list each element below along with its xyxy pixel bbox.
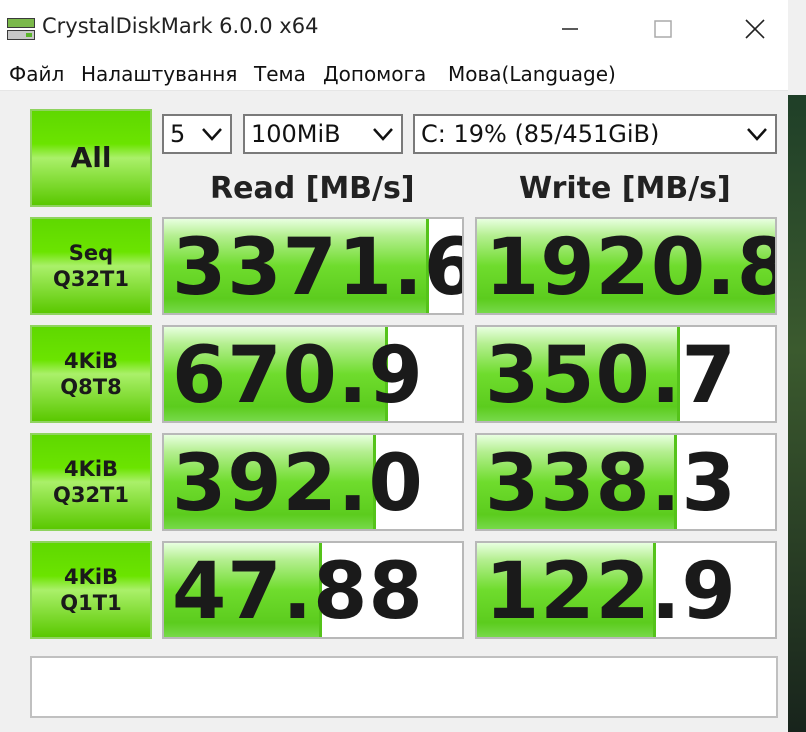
crystaldiskmark-window: CrystalDiskMark 6.0.0 x64 Файл Налаштува… bbox=[0, 0, 806, 732]
read-column-header: Read [MB/s] bbox=[210, 171, 415, 206]
test-count-value: 5 bbox=[170, 120, 186, 148]
read-value: 392.0 bbox=[172, 439, 424, 529]
comment-input[interactable] bbox=[30, 656, 778, 718]
window-title: CrystalDiskMark 6.0.0 x64 bbox=[42, 14, 319, 38]
write-value: 350.7 bbox=[485, 331, 737, 421]
close-icon bbox=[745, 19, 765, 39]
chevron-down-icon bbox=[747, 128, 767, 141]
menu-settings[interactable]: Налаштування bbox=[81, 62, 237, 86]
4kib-q32t1-read-cell: 392.0 bbox=[162, 433, 464, 531]
seq-q32t1-write-cell: 1920.8 bbox=[475, 217, 777, 315]
read-value: 670.9 bbox=[172, 331, 424, 421]
chevron-down-icon bbox=[202, 128, 222, 141]
4kib-q8t8-button[interactable]: 4KiB Q8T8 bbox=[30, 325, 152, 423]
seq-q32t1-read-cell: 3371.6 bbox=[162, 217, 464, 315]
test-label-line1: 4KiB bbox=[63, 457, 119, 481]
4kib-q1t1-button[interactable]: 4KiB Q1T1 bbox=[30, 541, 152, 639]
read-value: 47.88 bbox=[172, 547, 424, 637]
app-disk-icon bbox=[7, 18, 35, 40]
4kib-q8t8-read-cell: 670.9 bbox=[162, 325, 464, 423]
test-label-line2: Q8T8 bbox=[60, 375, 122, 399]
4kib-q1t1-read-cell: 47.88 bbox=[162, 541, 464, 639]
test-label-line1: Seq bbox=[68, 241, 114, 265]
4kib-q32t1-write-cell: 338.3 bbox=[475, 433, 777, 531]
4kib-q32t1-button[interactable]: 4KiB Q32T1 bbox=[30, 433, 152, 531]
close-button[interactable] bbox=[732, 8, 778, 50]
4kib-q1t1-write-cell: 122.9 bbox=[475, 541, 777, 639]
menu-theme[interactable]: Тема bbox=[254, 62, 306, 86]
test-size-value: 100MiB bbox=[251, 120, 341, 148]
test-label-line2: Q32T1 bbox=[52, 267, 129, 291]
minimize-button[interactable] bbox=[547, 8, 593, 50]
test-label-line1: 4KiB bbox=[63, 565, 119, 589]
read-value: 3371.6 bbox=[172, 223, 464, 313]
write-column-header: Write [MB/s] bbox=[519, 171, 731, 206]
menu-file[interactable]: Файл bbox=[9, 62, 64, 86]
chevron-down-icon bbox=[373, 128, 393, 141]
test-label-line2: Q32T1 bbox=[52, 483, 129, 507]
run-all-label: All bbox=[70, 141, 112, 174]
4kib-q8t8-write-cell: 350.7 bbox=[475, 325, 777, 423]
write-value: 338.3 bbox=[485, 439, 737, 529]
menu-bar: Файл Налаштування Тема Допомога Мова(Lan… bbox=[0, 60, 788, 91]
test-count-select[interactable]: 5 bbox=[162, 114, 232, 154]
title-bar[interactable]: CrystalDiskMark 6.0.0 x64 bbox=[0, 0, 788, 60]
test-label-line2: Q1T1 bbox=[60, 591, 122, 615]
menu-language[interactable]: Мова(Language) bbox=[448, 62, 616, 86]
seq-q32t1-button[interactable]: Seq Q32T1 bbox=[30, 217, 152, 315]
test-size-select[interactable]: 100MiB bbox=[243, 114, 403, 154]
drive-select[interactable]: C: 19% (85/451GiB) bbox=[413, 114, 777, 154]
run-all-button[interactable]: All bbox=[30, 109, 152, 207]
menu-help[interactable]: Допомога bbox=[323, 62, 426, 86]
write-value: 122.9 bbox=[485, 547, 737, 637]
desktop-background-edge bbox=[788, 95, 806, 732]
maximize-icon bbox=[654, 20, 672, 38]
maximize-button[interactable] bbox=[640, 8, 686, 50]
test-label-line1: 4KiB bbox=[63, 349, 119, 373]
drive-value: C: 19% (85/451GiB) bbox=[421, 120, 660, 148]
minimize-icon bbox=[562, 28, 578, 30]
write-value: 1920.8 bbox=[485, 223, 777, 313]
